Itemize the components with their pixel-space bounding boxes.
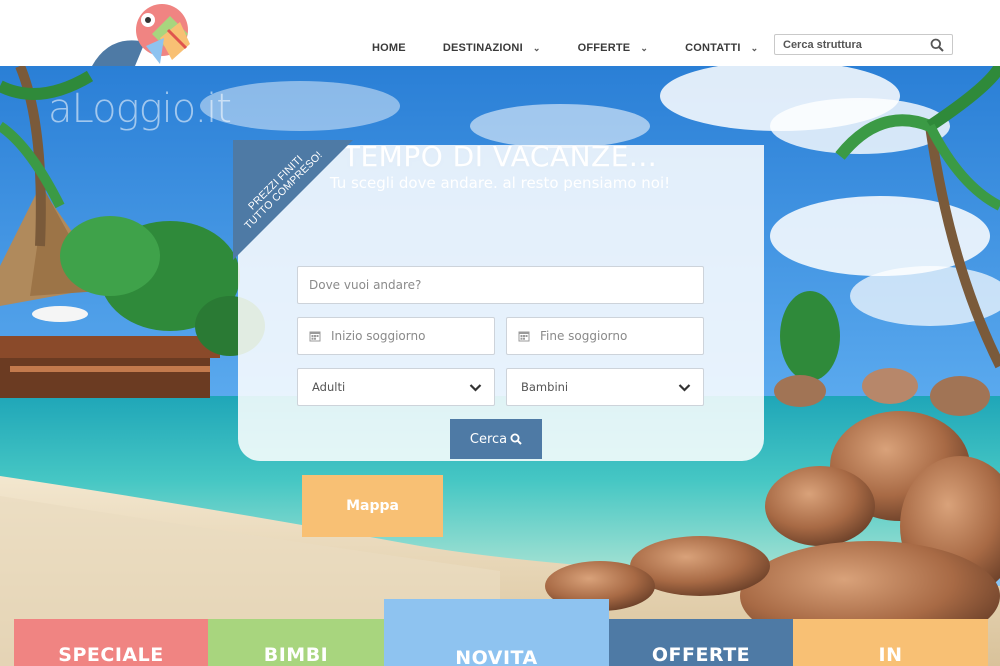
category-tile-offerte[interactable]: OFFERTE xyxy=(609,619,793,666)
search-box xyxy=(774,34,953,55)
category-tile-in[interactable]: IN xyxy=(793,619,988,666)
category-tile-novita[interactable]: NOVITA xyxy=(384,599,609,666)
nav-destinazioni-label: DESTINAZIONI xyxy=(442,42,523,54)
search-icon xyxy=(510,433,522,445)
nav-offerte[interactable]: OFFERTE ⌄ xyxy=(578,42,648,54)
adults-select-value: Adulti xyxy=(312,380,346,394)
checkin-field xyxy=(297,317,495,355)
checkout-field xyxy=(506,317,704,355)
category-label: IN xyxy=(878,644,903,666)
checkout-input[interactable] xyxy=(540,329,703,343)
category-tile-speciale[interactable]: SPECIALE xyxy=(14,619,208,666)
search-button[interactable]: Cerca xyxy=(450,419,542,459)
nav-home-label: HOME xyxy=(372,42,406,54)
promo-ribbon: PREZZI FINITI TUTTO COMPRESO! xyxy=(233,140,363,270)
children-select-value: Bambini xyxy=(521,380,569,394)
site-header: HOME DESTINAZIONI ⌄ OFFERTE ⌄ CONTATTI ⌄ xyxy=(0,0,1000,66)
category-label: SPECIALE xyxy=(58,644,164,666)
adults-select[interactable]: Adulti xyxy=(297,368,495,406)
watermark-logo: aLoggio.it xyxy=(48,86,232,132)
nav-contatti-label: CONTATTI xyxy=(685,42,741,54)
search-icon[interactable] xyxy=(930,38,944,52)
category-label: OFFERTE xyxy=(651,644,751,666)
search-button-label: Cerca xyxy=(469,431,508,447)
destination-field xyxy=(297,266,704,304)
site-logo[interactable] xyxy=(90,4,195,66)
map-button[interactable]: Mappa xyxy=(302,475,443,537)
nav-home[interactable]: HOME xyxy=(372,42,406,54)
chevron-down-icon: ⌄ xyxy=(750,42,759,53)
children-select[interactable]: Bambini xyxy=(506,368,704,406)
chevron-down-icon xyxy=(469,384,482,392)
chevron-down-icon: ⌄ xyxy=(640,42,649,53)
category-tile-bimbi[interactable]: BIMBI xyxy=(208,619,384,666)
calendar-icon xyxy=(518,331,530,342)
chevron-down-icon xyxy=(678,384,691,392)
chevron-down-icon: ⌄ xyxy=(532,42,541,53)
search-input[interactable] xyxy=(783,38,923,51)
checkin-input[interactable] xyxy=(331,329,494,343)
map-button-label: Mappa xyxy=(346,498,399,514)
main-navigation: HOME DESTINAZIONI ⌄ OFFERTE ⌄ CONTATTI ⌄ xyxy=(355,42,795,54)
nav-offerte-label: OFFERTE xyxy=(577,42,631,54)
nav-destinazioni[interactable]: DESTINAZIONI ⌄ xyxy=(443,42,541,54)
category-label: BIMBI xyxy=(263,644,329,666)
destination-input[interactable] xyxy=(309,278,703,292)
calendar-icon xyxy=(309,331,321,342)
category-label: NOVITA xyxy=(455,647,538,666)
nav-contatti[interactable]: CONTATTI ⌄ xyxy=(685,42,758,54)
